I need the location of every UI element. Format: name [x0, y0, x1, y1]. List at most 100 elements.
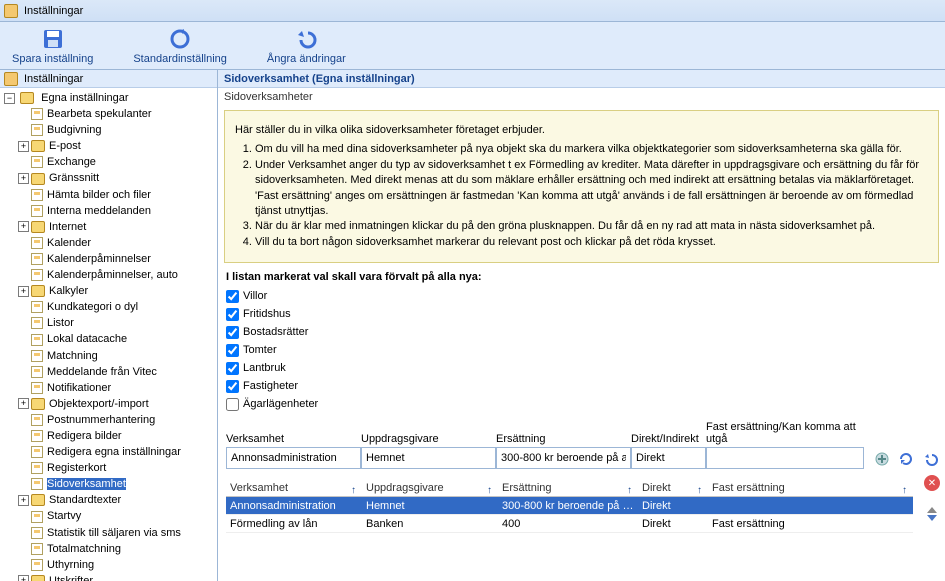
checkbox[interactable]	[226, 398, 239, 411]
tree-item[interactable]: Registerkort	[47, 462, 106, 474]
checkbox[interactable]	[226, 380, 239, 393]
input-ersattning[interactable]	[496, 447, 631, 469]
checkbox[interactable]	[226, 308, 239, 321]
spacer	[18, 350, 29, 361]
checkbox[interactable]	[226, 290, 239, 303]
expander-icon[interactable]: +	[18, 575, 29, 581]
spacer	[18, 254, 29, 265]
tree-item[interactable]: Internet	[49, 221, 86, 233]
th-direkt[interactable]: Direkt↑	[638, 482, 708, 494]
tree-item[interactable]: Exchange	[47, 156, 96, 168]
expander-icon[interactable]: +	[18, 398, 29, 409]
tree-item[interactable]: Utskrifter	[49, 575, 93, 581]
standard-label: Standardinställning	[133, 53, 227, 65]
spacer	[18, 527, 29, 538]
expander-icon[interactable]: +	[18, 173, 29, 184]
content-subtitle: Sidoverksamheter	[218, 88, 945, 106]
undo-button[interactable]: Ångra ändringar	[267, 27, 346, 65]
cell-uppdrag: Hemnet	[362, 500, 498, 512]
input-fast[interactable]	[706, 447, 864, 469]
tree-item[interactable]: Redigera egna inställningar	[47, 446, 181, 458]
spacer	[18, 189, 29, 200]
th-ersattning[interactable]: Ersättning↑	[498, 482, 638, 494]
spacer	[18, 109, 29, 120]
checkbox[interactable]	[226, 326, 239, 339]
settings-tree[interactable]: − Egna inställningar Bearbeta spekulante…	[0, 88, 217, 581]
expander-icon[interactable]: −	[4, 93, 15, 104]
leaf-icon	[31, 156, 43, 168]
undo-small-icon[interactable]	[922, 451, 938, 467]
input-direkt[interactable]	[631, 447, 706, 469]
tree-item[interactable]: Objektexport/-import	[49, 398, 149, 410]
leaf-icon	[31, 382, 43, 394]
tree-item[interactable]: Meddelande från Vitec	[47, 366, 157, 378]
tree-item[interactable]: Notifikationer	[47, 382, 111, 394]
save-button[interactable]: Spara inställning	[12, 27, 93, 65]
label-uppdrag: Uppdragsgivare	[361, 433, 496, 445]
cell-ersattning: 300-800 kr beroende på ann...	[498, 500, 638, 512]
tree-item[interactable]: Lokal datacache	[47, 334, 127, 346]
input-row: Verksamhet Uppdragsgivare Ersättning Dir…	[218, 417, 945, 473]
spacer	[18, 559, 29, 570]
add-icon[interactable]	[874, 451, 890, 467]
sort-icon: ↑	[697, 485, 702, 496]
tree-item[interactable]: Startvy	[47, 511, 81, 523]
leaf-icon	[31, 430, 43, 442]
tree-item[interactable]: Interna meddelanden	[47, 205, 151, 217]
move-down-icon[interactable]	[927, 515, 937, 521]
folder-icon	[31, 221, 45, 233]
spacer	[18, 334, 29, 345]
folder-icon	[31, 173, 45, 185]
tree-item[interactable]: Matchning	[47, 350, 98, 362]
table-row[interactable]: AnnonsadministrationHemnet300-800 kr ber…	[226, 497, 913, 515]
expander-icon[interactable]: +	[18, 495, 29, 506]
tree-item[interactable]: Kalkyler	[49, 285, 88, 297]
tree-root[interactable]: Egna inställningar	[41, 92, 128, 104]
expander-icon[interactable]: +	[18, 286, 29, 297]
tree-item[interactable]: Bearbeta spekulanter	[47, 108, 152, 120]
tree-item[interactable]: Redigera bilder	[47, 430, 122, 442]
folder-icon	[20, 92, 34, 104]
cell-uppdrag: Banken	[362, 518, 498, 530]
checkbox[interactable]	[226, 362, 239, 375]
save-icon	[41, 27, 65, 51]
checkbox[interactable]	[226, 344, 239, 357]
tree-item[interactable]: Listor	[47, 317, 74, 329]
th-fast[interactable]: Fast ersättning↑	[708, 482, 913, 494]
help-step-1: Om du vill ha med dina sidoverksamheter …	[255, 142, 928, 157]
label-verksamhet: Verksamhet	[226, 433, 361, 445]
move-up-icon[interactable]	[927, 507, 937, 513]
th-verksamhet[interactable]: Verksamhet↑	[226, 482, 362, 494]
tree-item[interactable]: Hämta bilder och filer	[47, 189, 151, 201]
leaf-icon	[31, 269, 43, 281]
tree-item[interactable]: Postnummerhantering	[47, 414, 155, 426]
tree-item[interactable]: Kalenderpåminnelser	[47, 253, 151, 265]
tree-item[interactable]: Sidoverksamhet	[47, 478, 126, 490]
tree-item[interactable]: Kundkategori o dyl	[47, 301, 138, 313]
table-row[interactable]: Förmedling av lånBanken400DirektFast ers…	[226, 515, 913, 533]
window-title: Inställningar	[24, 5, 83, 17]
expander-icon[interactable]: +	[18, 141, 29, 152]
tree-item[interactable]: Standardtexter	[49, 494, 121, 506]
input-verksamhet[interactable]	[226, 447, 361, 469]
tree-item[interactable]: Kalender	[47, 237, 91, 249]
th-uppdrag[interactable]: Uppdragsgivare↑	[362, 482, 498, 494]
standard-button[interactable]: Standardinställning	[133, 27, 227, 65]
delete-row-icon[interactable]: ✕	[924, 475, 940, 491]
tree-item[interactable]: Gränssnitt	[49, 173, 99, 185]
tree-item[interactable]: Kalenderpåminnelser, auto	[47, 269, 178, 281]
tree-item[interactable]: Uthyrning	[47, 559, 94, 571]
tree-item[interactable]: E-post	[49, 140, 81, 152]
tree-item[interactable]: Budgivning	[47, 124, 101, 136]
sort-icon: ↑	[627, 485, 632, 496]
reset-icon	[168, 27, 192, 51]
tree-item[interactable]: Statistik till säljaren via sms	[47, 527, 181, 539]
input-uppdrag[interactable]	[361, 447, 496, 469]
toolbar: Spara inställning Standardinställning Ån…	[0, 22, 945, 70]
folder-icon	[31, 494, 45, 506]
save-label: Spara inställning	[12, 53, 93, 65]
checkbox-label: Fritidshus	[243, 308, 291, 320]
refresh-icon[interactable]	[898, 451, 914, 467]
expander-icon[interactable]: +	[18, 221, 29, 232]
tree-item[interactable]: Totalmatchning	[47, 543, 121, 555]
